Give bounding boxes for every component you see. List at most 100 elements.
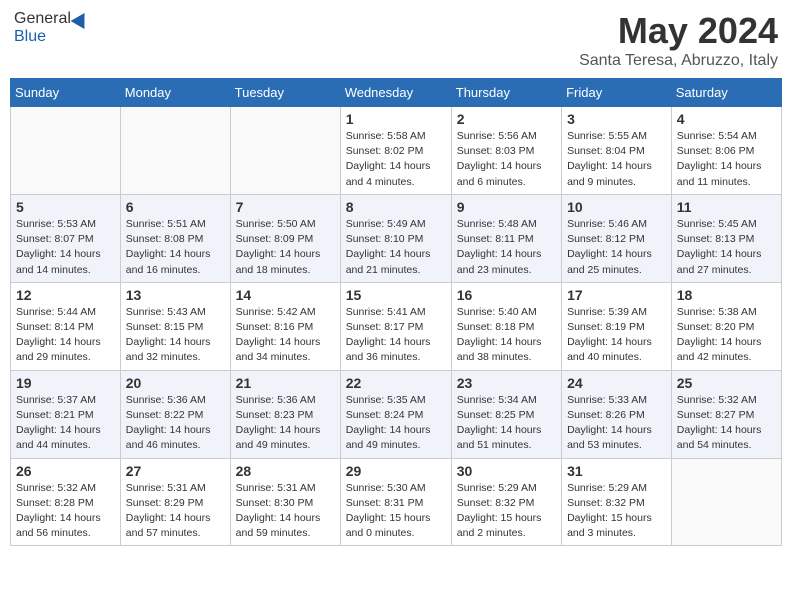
day-number: 19 — [16, 375, 115, 391]
day-info: Sunrise: 5:51 AMSunset: 8:08 PMDaylight:… — [126, 217, 225, 278]
day-number: 8 — [346, 199, 446, 215]
table-row: 20Sunrise: 5:36 AMSunset: 8:22 PMDayligh… — [120, 370, 230, 458]
day-info: Sunrise: 5:53 AMSunset: 8:07 PMDaylight:… — [16, 217, 115, 278]
day-info: Sunrise: 5:54 AMSunset: 8:06 PMDaylight:… — [677, 129, 776, 190]
table-row: 2 Sunrise: 5:56 AMSunset: 8:03 PMDaylight… — [451, 107, 561, 195]
day-info: Sunrise: 5:30 AMSunset: 8:31 PMDaylight:… — [346, 481, 446, 542]
day-number: 14 — [236, 287, 335, 303]
day-info: Sunrise: 5:46 AMSunset: 8:12 PMDaylight:… — [567, 217, 666, 278]
day-info: Sunrise: 5:32 AMSunset: 8:27 PMDaylight:… — [677, 393, 776, 454]
day-info: Sunrise: 5:36 AMSunset: 8:22 PMDaylight:… — [126, 393, 225, 454]
table-row: 12 Sunrise: 5:44 AMSunset: 8:14 PMDayligh… — [11, 282, 121, 370]
day-number: 21 — [236, 375, 335, 391]
day-info: Sunrise: 5:50 AMSunset: 8:09 PMDaylight:… — [236, 217, 335, 278]
month-year-title: May 2024 — [579, 10, 778, 52]
table-row: 6Sunrise: 5:51 AMSunset: 8:08 PMDaylight… — [120, 194, 230, 282]
day-number: 16 — [457, 287, 556, 303]
day-number: 27 — [126, 463, 225, 479]
table-row: 14Sunrise: 5:42 AMSunset: 8:16 PMDayligh… — [230, 282, 340, 370]
col-wednesday: Wednesday — [340, 79, 451, 107]
location-subtitle: Santa Teresa, Abruzzo, Italy — [579, 52, 778, 70]
day-info: Sunrise: 5:38 AMSunset: 8:20 PMDaylight:… — [677, 305, 776, 366]
table-row: 27 Sunrise: 5:31 AMSunset: 8:29 PMDayligh… — [120, 458, 230, 546]
calendar-table: Sunday Monday Tuesday Wednesday Thursday… — [10, 78, 782, 546]
calendar-week-row: 1 Sunrise: 5:58 AMSunset: 8:02 PMDaylight… — [11, 107, 782, 195]
table-row: 11Sunrise: 5:45 AMSunset: 8:13 PMDayligh… — [671, 194, 781, 282]
col-tuesday: Tuesday — [230, 79, 340, 107]
day-number: 26 — [16, 463, 115, 479]
day-info: Sunrise: 5:39 AMSunset: 8:19 PMDaylight:… — [567, 305, 666, 366]
table-row: 10 Sunrise: 5:46 AMSunset: 8:12 PMDayligh… — [562, 194, 672, 282]
table-row: 25 Sunrise: 5:32 AMSunset: 8:27 PMDayligh… — [671, 370, 781, 458]
day-number: 18 — [677, 287, 776, 303]
table-row: 8 Sunrise: 5:49 AMSunset: 8:10 PMDaylight… — [340, 194, 451, 282]
page-header: General Blue May 2024 Santa Teresa, Abru… — [10, 10, 782, 70]
day-number: 12 — [16, 287, 115, 303]
day-info: Sunrise: 5:45 AMSunset: 8:13 PMDaylight:… — [677, 217, 776, 278]
table-row: 23 Sunrise: 5:34 AMSunset: 8:25 PMDayligh… — [451, 370, 561, 458]
day-number: 28 — [236, 463, 335, 479]
logo-triangle-icon — [70, 9, 91, 29]
table-row: 30 Sunrise: 5:29 AMSunset: 8:32 PMDayligh… — [451, 458, 561, 546]
day-number: 5 — [16, 199, 115, 215]
day-number: 2 — [457, 111, 556, 127]
day-info: Sunrise: 5:32 AMSunset: 8:28 PMDaylight:… — [16, 481, 115, 542]
table-row: 29Sunrise: 5:30 AMSunset: 8:31 PMDayligh… — [340, 458, 451, 546]
col-saturday: Saturday — [671, 79, 781, 107]
day-number: 25 — [677, 375, 776, 391]
table-row: 1 Sunrise: 5:58 AMSunset: 8:02 PMDaylight… — [340, 107, 451, 195]
calendar-week-row: 12 Sunrise: 5:44 AMSunset: 8:14 PMDayligh… — [11, 282, 782, 370]
day-info: Sunrise: 5:40 AMSunset: 8:18 PMDaylight:… — [457, 305, 556, 366]
col-friday: Friday — [562, 79, 672, 107]
day-number: 15 — [346, 287, 446, 303]
day-number: 10 — [567, 199, 666, 215]
day-number: 13 — [126, 287, 225, 303]
calendar-week-row: 26 Sunrise: 5:32 AMSunset: 8:28 PMDayligh… — [11, 458, 782, 546]
table-row: 19 Sunrise: 5:37 AMSunset: 8:21 PMDayligh… — [11, 370, 121, 458]
table-row: 3Sunrise: 5:55 AMSunset: 8:04 PMDaylight… — [562, 107, 672, 195]
day-info: Sunrise: 5:56 AMSunset: 8:03 PMDaylight:… — [457, 129, 556, 190]
table-row — [11, 107, 121, 195]
day-info: Sunrise: 5:36 AMSunset: 8:23 PMDaylight:… — [236, 393, 335, 454]
day-number: 1 — [346, 111, 446, 127]
table-row: 28 Sunrise: 5:31 AMSunset: 8:30 PMDayligh… — [230, 458, 340, 546]
day-info: Sunrise: 5:31 AMSunset: 8:30 PMDaylight:… — [236, 481, 335, 542]
table-row: 22 Sunrise: 5:35 AMSunset: 8:24 PMDayligh… — [340, 370, 451, 458]
day-info: Sunrise: 5:49 AMSunset: 8:10 PMDaylight:… — [346, 217, 446, 278]
day-info: Sunrise: 5:41 AMSunset: 8:17 PMDaylight:… — [346, 305, 446, 366]
day-info: Sunrise: 5:44 AMSunset: 8:14 PMDaylight:… — [16, 305, 115, 366]
day-info: Sunrise: 5:34 AMSunset: 8:25 PMDaylight:… — [457, 393, 556, 454]
day-info: Sunrise: 5:31 AMSunset: 8:29 PMDaylight:… — [126, 481, 225, 542]
col-thursday: Thursday — [451, 79, 561, 107]
day-number: 24 — [567, 375, 666, 391]
table-row: 18 Sunrise: 5:38 AMSunset: 8:20 PMDayligh… — [671, 282, 781, 370]
day-number: 23 — [457, 375, 556, 391]
table-row: 26 Sunrise: 5:32 AMSunset: 8:28 PMDayligh… — [11, 458, 121, 546]
calendar-week-row: 5 Sunrise: 5:53 AMSunset: 8:07 PMDaylight… — [11, 194, 782, 282]
col-sunday: Sunday — [11, 79, 121, 107]
day-info: Sunrise: 5:33 AMSunset: 8:26 PMDaylight:… — [567, 393, 666, 454]
table-row — [120, 107, 230, 195]
day-info: Sunrise: 5:48 AMSunset: 8:11 PMDaylight:… — [457, 217, 556, 278]
table-row: 17 Sunrise: 5:39 AMSunset: 8:19 PMDayligh… — [562, 282, 672, 370]
day-info: Sunrise: 5:58 AMSunset: 8:02 PMDaylight:… — [346, 129, 446, 190]
table-row — [671, 458, 781, 546]
table-row: 7Sunrise: 5:50 AMSunset: 8:09 PMDaylight… — [230, 194, 340, 282]
day-number: 22 — [346, 375, 446, 391]
day-number: 30 — [457, 463, 556, 479]
table-row: 9 Sunrise: 5:48 AMSunset: 8:11 PMDaylight… — [451, 194, 561, 282]
logo: General Blue — [14, 10, 89, 46]
day-info: Sunrise: 5:43 AMSunset: 8:15 PMDaylight:… — [126, 305, 225, 366]
day-number: 9 — [457, 199, 556, 215]
day-info: Sunrise: 5:55 AMSunset: 8:04 PMDaylight:… — [567, 129, 666, 190]
day-info: Sunrise: 5:29 AMSunset: 8:32 PMDaylight:… — [457, 481, 556, 542]
table-row: 15 Sunrise: 5:41 AMSunset: 8:17 PMDayligh… — [340, 282, 451, 370]
table-row: 16 Sunrise: 5:40 AMSunset: 8:18 PMDayligh… — [451, 282, 561, 370]
logo-blue-text: Blue — [14, 28, 46, 46]
day-info: Sunrise: 5:35 AMSunset: 8:24 PMDaylight:… — [346, 393, 446, 454]
day-number: 17 — [567, 287, 666, 303]
day-info: Sunrise: 5:37 AMSunset: 8:21 PMDaylight:… — [16, 393, 115, 454]
day-info: Sunrise: 5:29 AMSunset: 8:32 PMDaylight:… — [567, 481, 666, 542]
col-monday: Monday — [120, 79, 230, 107]
title-section: May 2024 Santa Teresa, Abruzzo, Italy — [579, 10, 778, 70]
